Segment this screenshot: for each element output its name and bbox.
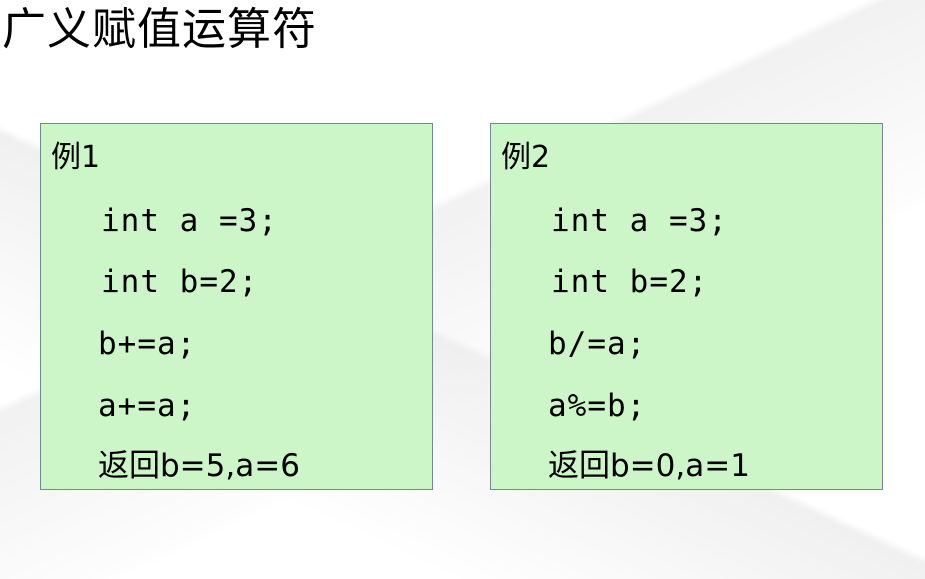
example-heading: 例1 <box>51 140 101 175</box>
result-line: 返回b=0,a=1 <box>548 448 750 484</box>
code-line: b/=a; <box>548 326 647 362</box>
code-line: b+=a; <box>98 326 197 362</box>
code-line: int b=2; <box>101 264 259 300</box>
slide-title: 广义赋值运算符 <box>2 4 317 55</box>
code-line: int a =3; <box>551 203 728 239</box>
code-line: a+=a; <box>98 388 197 424</box>
example-box-2: 例2 int a =3; int b=2; b/=a; a%=b; 返回b=0,… <box>490 123 883 490</box>
result-line: 返回b=5,a=6 <box>98 448 300 484</box>
example-heading: 例2 <box>501 140 551 175</box>
code-line: int b=2; <box>551 264 709 300</box>
code-line: a%=b; <box>548 388 647 424</box>
code-line: int a =3; <box>101 203 278 239</box>
example-box-1: 例1 int a =3; int b=2; b+=a; a+=a; 返回b=5,… <box>40 123 433 490</box>
